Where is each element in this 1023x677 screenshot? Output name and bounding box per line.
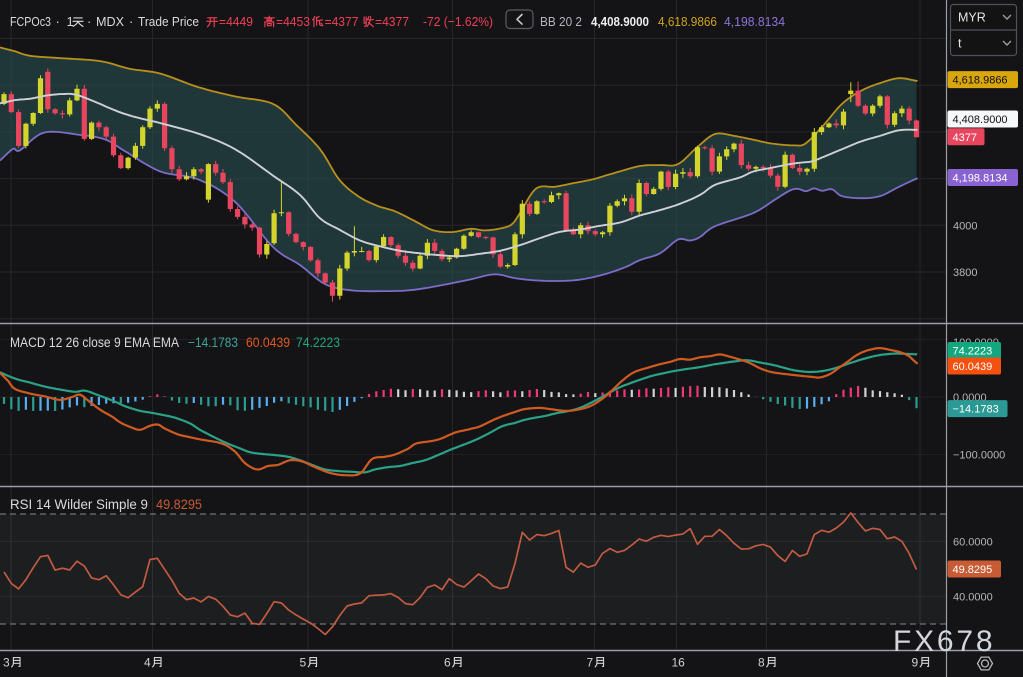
svg-text:-72 (−1.62%): -72 (−1.62%) <box>423 14 493 29</box>
svg-text:4,198.8134: 4,198.8134 <box>724 14 785 29</box>
svg-text:−14.1783: −14.1783 <box>188 335 238 350</box>
svg-text:74.2223: 74.2223 <box>296 335 340 350</box>
svg-text:·: · <box>129 14 133 29</box>
svg-text:BB 20 2: BB 20 2 <box>540 14 582 29</box>
svg-text:7: 7 <box>587 656 594 670</box>
svg-text:40.0000: 40.0000 <box>953 592 993 604</box>
svg-text:60.0439: 60.0439 <box>953 361 993 373</box>
svg-text:−14.1783: −14.1783 <box>953 404 999 416</box>
svg-text:49.8295: 49.8295 <box>156 497 202 512</box>
svg-text:Trade Price: Trade Price <box>138 14 199 29</box>
svg-text:=4453: =4453 <box>276 14 310 29</box>
svg-text:8: 8 <box>758 656 765 670</box>
svg-text:RSI 14 Wilder Simple 9: RSI 14 Wilder Simple 9 <box>10 497 148 512</box>
svg-text:t: t <box>958 37 962 51</box>
svg-text:60.0439: 60.0439 <box>246 335 290 350</box>
svg-text:6: 6 <box>444 656 451 670</box>
svg-text:3800: 3800 <box>953 267 977 279</box>
svg-text:=4449: =4449 <box>219 14 253 29</box>
svg-text:74.2223: 74.2223 <box>953 346 993 358</box>
svg-text:4,408.9000: 4,408.9000 <box>591 14 649 29</box>
svg-text:4,618.9866: 4,618.9866 <box>953 75 1008 87</box>
svg-text:MYR: MYR <box>958 11 986 25</box>
svg-text:60.0000: 60.0000 <box>953 537 993 549</box>
svg-text:49.8295: 49.8295 <box>953 564 993 576</box>
svg-text:·: · <box>87 14 91 29</box>
svg-text:4000: 4000 <box>953 220 977 232</box>
svg-text:=4377: =4377 <box>375 14 409 29</box>
svg-text:FCPOc3: FCPOc3 <box>10 14 51 29</box>
svg-text:4,198.8134: 4,198.8134 <box>953 173 1008 185</box>
svg-text:5: 5 <box>300 656 307 670</box>
svg-text:−100.0000: −100.0000 <box>953 450 1005 462</box>
svg-text:=4377: =4377 <box>325 14 359 29</box>
svg-text:4377: 4377 <box>953 132 977 144</box>
svg-text:16: 16 <box>672 656 686 670</box>
svg-text:4,408.9000: 4,408.9000 <box>953 114 1008 126</box>
svg-text:3: 3 <box>3 656 10 670</box>
svg-text:·: · <box>56 14 60 29</box>
svg-text:FX678: FX678 <box>893 625 995 658</box>
svg-text:4,618.9866: 4,618.9866 <box>658 14 717 29</box>
svg-text:4: 4 <box>144 656 151 670</box>
svg-text:MDX: MDX <box>96 14 124 29</box>
svg-text:MACD 12 26 close 9 EMA EMA: MACD 12 26 close 9 EMA EMA <box>10 335 179 350</box>
